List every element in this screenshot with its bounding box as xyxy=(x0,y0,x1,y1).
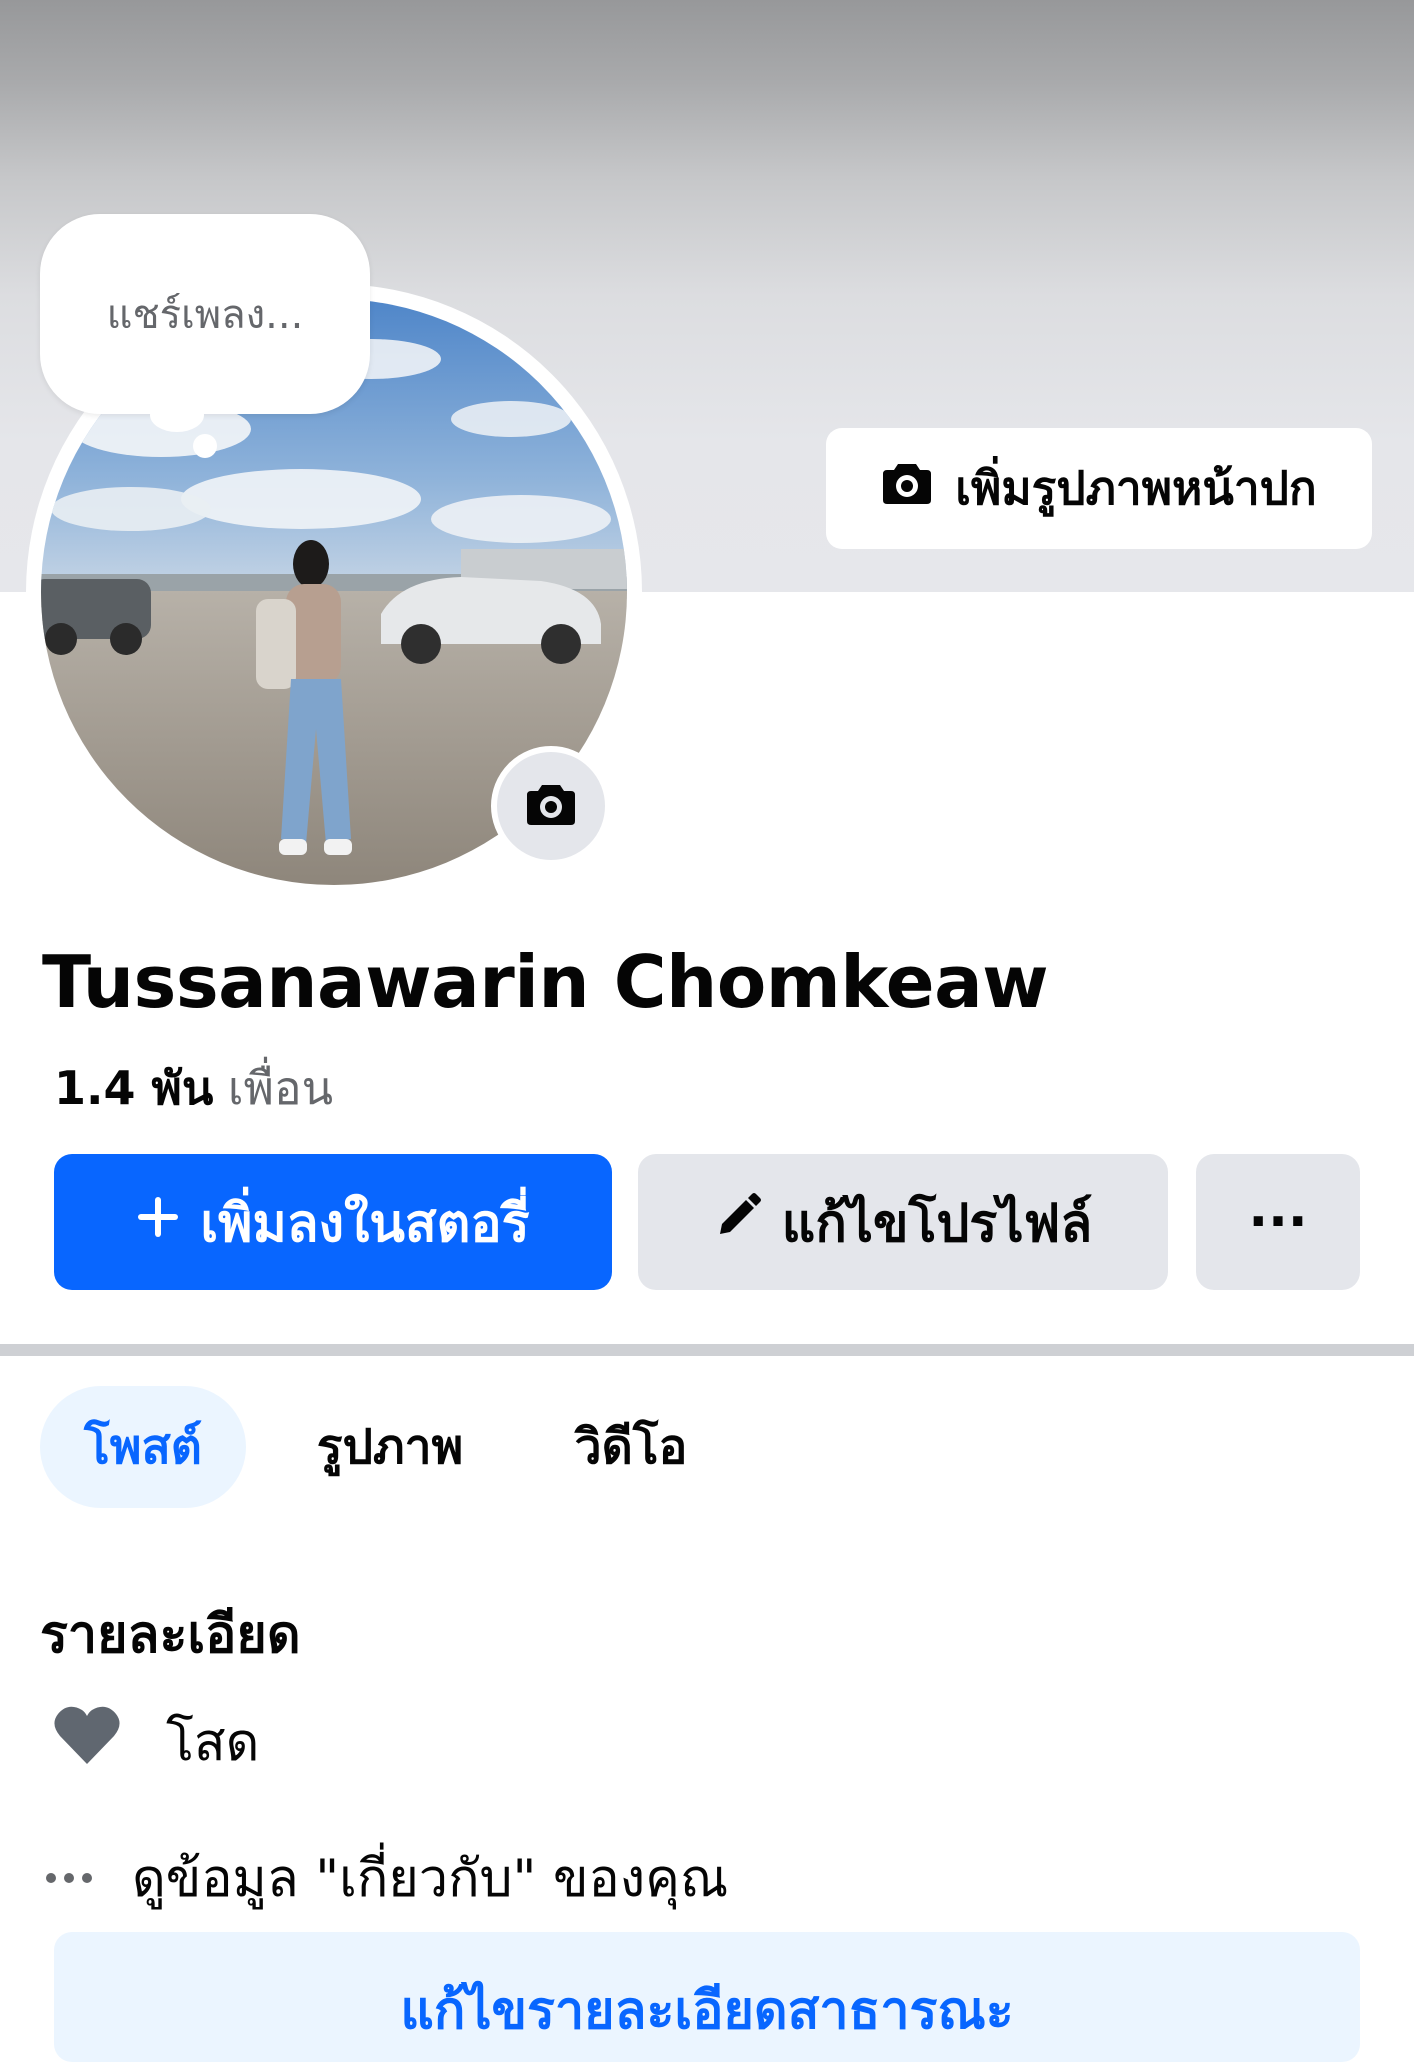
plus-icon xyxy=(136,1192,180,1252)
profile-note-bubble[interactable]: แชร์เพลง... xyxy=(40,214,370,414)
more-dots-label: ··· xyxy=(1248,1192,1308,1252)
friends-count: 1.4 พัน xyxy=(54,1061,214,1115)
relationship-status-text: โสด xyxy=(166,1713,260,1773)
heart-icon xyxy=(52,1704,122,1779)
edit-profile-button[interactable]: แก้ไขโปรไฟล์ xyxy=(638,1154,1168,1290)
edit-public-details-button[interactable]: แก้ไขรายละเอียดสาธารณะ xyxy=(54,1932,1360,2062)
camera-icon xyxy=(525,781,577,831)
tab-photos[interactable]: รูปภาพ xyxy=(290,1386,490,1508)
tab-videos[interactable]: วิดีโอ xyxy=(556,1386,706,1508)
friends-label: เพื่อน xyxy=(227,1061,334,1115)
relationship-status-row: โสด xyxy=(52,1700,259,1783)
more-dots-icon xyxy=(46,1872,102,1883)
bubble-tail-small xyxy=(193,434,217,458)
add-to-story-label: เพิ่มลงในสตอรี่ xyxy=(200,1193,530,1254)
see-about-info-link[interactable]: ดูข้อมูล "เกี่ยวกับ" ของคุณ xyxy=(46,1836,728,1919)
friends-count-link[interactable]: 1.4 พัน เพื่อน xyxy=(54,1052,333,1125)
tab-posts[interactable]: โพสต์ xyxy=(40,1386,246,1508)
add-cover-photo-label: เพิ่มรูปภาพหน้าปก xyxy=(955,461,1317,515)
profile-note-placeholder: แชร์เพลง... xyxy=(106,292,304,338)
bubble-tail-large xyxy=(150,398,204,432)
change-profile-picture-button[interactable] xyxy=(491,746,611,866)
edit-public-details-label: แก้ไขรายละเอียดสาธารณะ xyxy=(400,1981,1014,2041)
section-divider xyxy=(0,1344,1414,1356)
see-about-info-label: ดูข้อมูล "เกี่ยวกับ" ของคุณ xyxy=(132,1849,729,1909)
add-cover-photo-button[interactable]: เพิ่มรูปภาพหน้าปก xyxy=(826,428,1372,549)
more-options-button[interactable]: ··· xyxy=(1196,1154,1360,1290)
profile-name: Tussanawarin Chomkeaw xyxy=(42,940,1049,1024)
edit-profile-label: แก้ไขโปรไฟล์ xyxy=(781,1193,1093,1254)
details-heading: รายละเอียด xyxy=(40,1605,301,1665)
camera-icon xyxy=(881,460,933,517)
add-to-story-button[interactable]: เพิ่มลงในสตอรี่ xyxy=(54,1154,612,1290)
pencil-icon xyxy=(714,1192,762,1253)
